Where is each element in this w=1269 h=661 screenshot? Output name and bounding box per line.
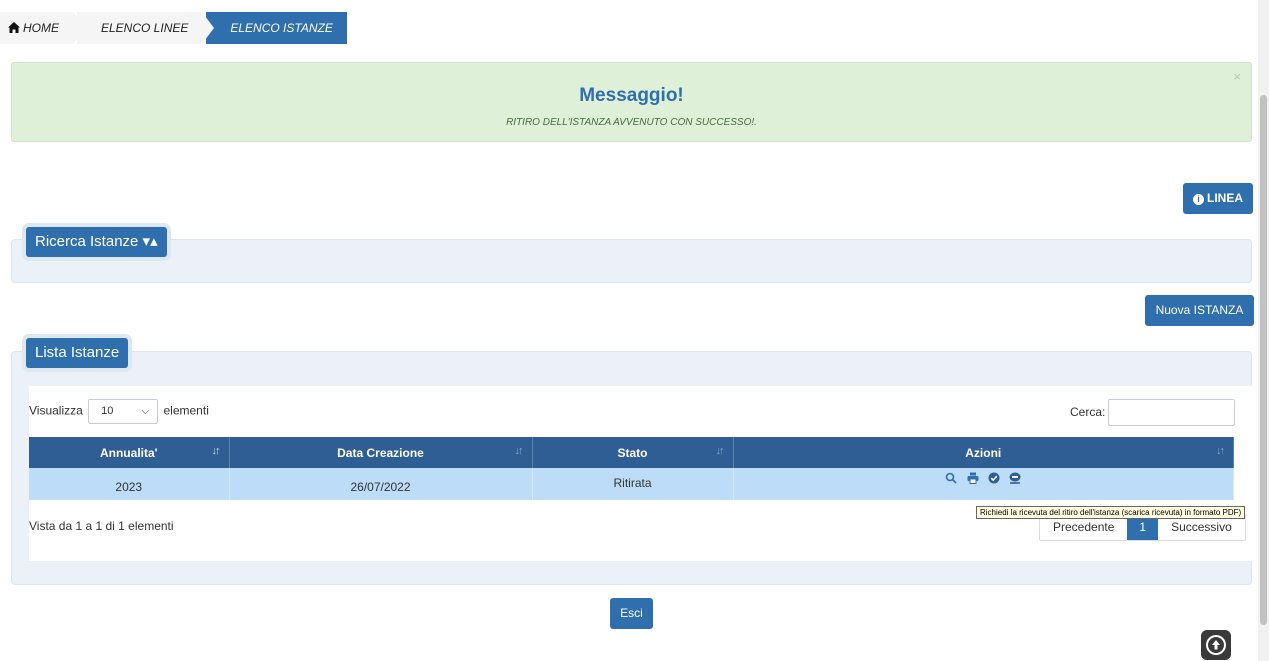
nuova-istanza-button[interactable]: Nuova ISTANZA xyxy=(1145,295,1254,326)
table-row[interactable]: 2023 26/07/2022 Ritirata xyxy=(29,468,1234,500)
table-header-row: Annualita' ↓↑ Data Creazione ↓↑ Stato ↓↑ Az… xyxy=(29,437,1234,468)
home-icon xyxy=(8,22,20,33)
linea-button[interactable]: i LINEA xyxy=(1183,183,1253,214)
column-header-data-creazione[interactable]: Data Creazione ↓↑ xyxy=(229,437,533,468)
column-label: Annualita' xyxy=(99,445,158,460)
scrollbar-thumb[interactable] xyxy=(1260,95,1267,625)
column-label: Stato xyxy=(617,445,648,460)
page-scrollbar[interactable] xyxy=(1258,0,1269,661)
elementi-label: elementi xyxy=(163,403,209,418)
istanze-table: Annualita' ↓↑ Data Creazione ↓↑ Stato ↓↑ Az… xyxy=(29,437,1234,500)
info-icon: i xyxy=(1193,194,1204,205)
alert-title: Messaggio! xyxy=(579,85,684,106)
search-icon[interactable] xyxy=(945,472,957,484)
success-alert: Messaggio! RITIRO DELL'ISTANZA AVVENUTO … xyxy=(11,62,1252,142)
cell-azioni xyxy=(733,468,1234,500)
linea-button-label: LINEA xyxy=(1207,191,1243,205)
chevron-down-icon: ⌵ xyxy=(141,406,150,417)
column-label: Data Creazione xyxy=(337,445,424,460)
esci-button[interactable]: Esci xyxy=(610,598,653,629)
download-receipt-icon[interactable] xyxy=(1009,472,1021,484)
alert-close-icon[interactable]: × xyxy=(1233,69,1241,84)
sort-asc-icon: ↓↑ xyxy=(211,445,221,457)
ricerca-panel xyxy=(11,239,1252,283)
ricerca-istanze-toggle[interactable]: Ricerca Istanze ▾▴ xyxy=(26,227,167,257)
breadcrumb: HOME ELENCO LINEE ELENCO ISTANZE xyxy=(0,12,351,44)
cell-data-creazione: 26/07/2022 xyxy=(229,468,533,500)
sort-icon: ↓↑ xyxy=(715,445,725,457)
sort-icon: ↓↑ xyxy=(514,445,524,457)
sort-icon: ↓↑ xyxy=(1216,445,1225,457)
column-label: Azioni xyxy=(965,445,1002,460)
check-circle-icon[interactable] xyxy=(988,472,1000,484)
lista-istanze-tab: Lista Istanze xyxy=(26,338,129,368)
action-tooltip: Richiedi la ricevuta del ritiro dell'ist… xyxy=(976,506,1246,519)
page-size-control: Visualizza 10 ⌵ elementi xyxy=(29,399,209,424)
search-input[interactable] xyxy=(1108,399,1235,426)
breadcrumb-elenco-istanze[interactable]: ELENCO ISTANZE xyxy=(206,12,347,44)
visualizza-label: Visualizza xyxy=(29,403,83,418)
page-size-value: 10 xyxy=(101,405,114,417)
page-size-select[interactable]: 10 ⌵ xyxy=(88,399,159,424)
breadcrumb-home[interactable]: HOME xyxy=(0,12,85,44)
breadcrumb-home-label: HOME xyxy=(23,21,59,35)
breadcrumb-elenco-linee[interactable]: ELENCO LINEE xyxy=(77,12,215,44)
column-header-stato[interactable]: Stato ↓↑ xyxy=(532,437,734,468)
print-icon[interactable] xyxy=(967,472,979,484)
arrow-up-circle-icon xyxy=(1206,635,1226,655)
cell-stato: Ritirata xyxy=(532,468,734,500)
scroll-to-top-button[interactable] xyxy=(1201,630,1231,660)
column-header-annualita[interactable]: Annualita' ↓↑ xyxy=(29,437,230,468)
cerca-label: Cerca: xyxy=(1070,405,1106,419)
column-header-azioni[interactable]: Azioni ↓↑ xyxy=(733,437,1234,468)
alert-message: RITIRO DELL'ISTANZA AVVENUTO CON SUCCESS… xyxy=(506,117,757,128)
table-info: Vista da 1 a 1 di 1 elementi xyxy=(29,519,174,533)
cell-annualita: 2023 xyxy=(29,468,230,500)
